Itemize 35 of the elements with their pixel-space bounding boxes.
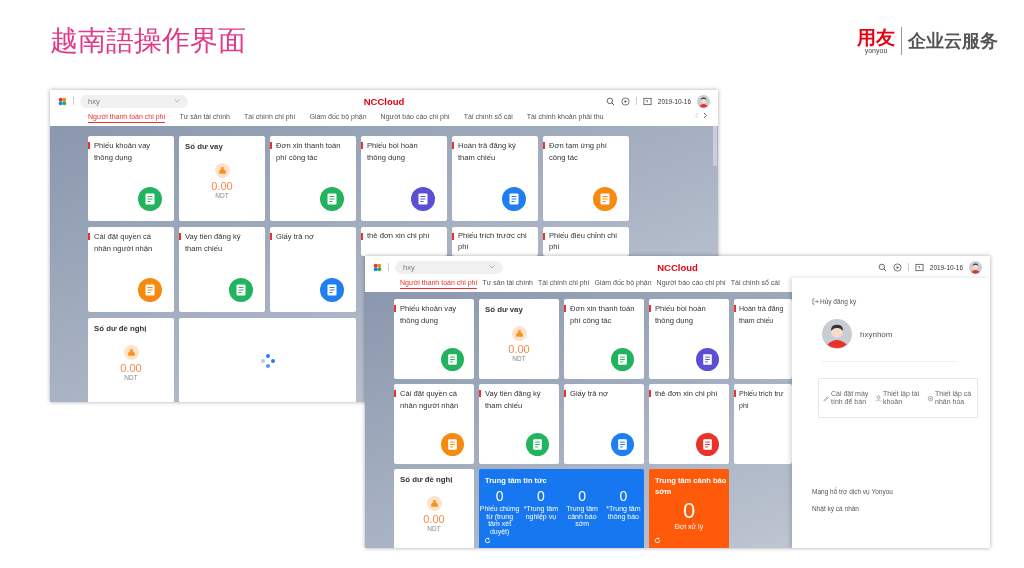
balance-amount: 0.00 [120, 362, 142, 374]
play-icon[interactable] [620, 96, 630, 106]
calendar-icon[interactable] [642, 96, 652, 106]
search-icon[interactable] [877, 262, 887, 272]
balance-amount: 0.00 [211, 180, 233, 192]
app-grid-icon[interactable] [373, 262, 382, 272]
refresh-icon[interactable] [484, 537, 491, 544]
balance-amount: 0.00 [423, 513, 445, 525]
caret-icon [489, 265, 495, 269]
scrollbar[interactable] [713, 126, 717, 166]
search-icon[interactable] [605, 96, 615, 106]
brand-tagline: 企业云服务 [908, 29, 998, 53]
counter-value: 0 [495, 489, 504, 504]
calendar-icon[interactable] [914, 262, 924, 272]
logout-icon [812, 298, 819, 305]
slide-title: 越南語操作界面 [50, 23, 246, 59]
money-bag-icon [511, 326, 527, 341]
counter-value: 0 [619, 489, 628, 504]
app-logo: NCCloud [363, 95, 405, 107]
user-name: hxynhom [860, 329, 893, 339]
money-bag-icon [214, 163, 230, 178]
play-icon[interactable] [892, 262, 902, 272]
refresh-icon[interactable] [654, 537, 661, 544]
app-grid-icon[interactable] [58, 96, 67, 106]
caret-icon [174, 99, 180, 103]
spinner-icon [260, 353, 275, 368]
money-bag-icon [123, 345, 139, 360]
counter-value: 0 [578, 489, 586, 504]
brand-logo: 用友 [857, 28, 895, 47]
counter-value: 0 [682, 499, 696, 523]
money-bag-icon [426, 496, 442, 511]
avatar-icon[interactable] [822, 319, 852, 349]
counter-value: 0 [536, 489, 545, 504]
balance-amount: 0.00 [508, 343, 530, 355]
app-logo: NCCloud [657, 261, 698, 273]
